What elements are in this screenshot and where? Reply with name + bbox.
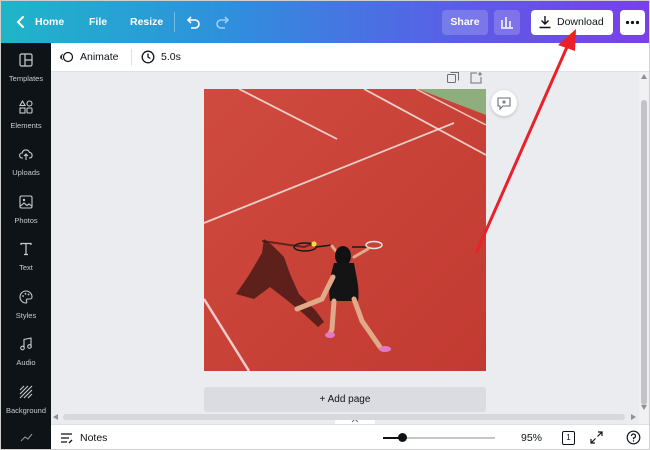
scroll-down-icon[interactable] <box>641 405 647 410</box>
add-page-icon[interactable] <box>469 71 483 85</box>
sidebar-item-uploads[interactable]: Uploads <box>1 141 51 187</box>
image-icon <box>19 195 33 209</box>
sidebar-item-label: Photos <box>14 216 38 225</box>
bottom-bar: Notes 95% 1 <box>51 424 649 449</box>
download-icon <box>539 16 551 29</box>
help-icon[interactable] <box>626 430 641 445</box>
comment-plus-icon <box>497 97 511 111</box>
duplicate-page-icon[interactable] <box>446 71 460 85</box>
redo-icon[interactable] <box>213 12 233 32</box>
background-hatch-icon <box>19 385 33 399</box>
bar-chart-icon <box>501 17 513 29</box>
resize-button[interactable]: Resize <box>130 1 163 43</box>
templates-icon <box>19 53 33 67</box>
text-icon <box>20 242 32 256</box>
sidebar-item-elements[interactable]: Elements <box>1 94 51 140</box>
divider <box>131 49 132 66</box>
sidebar: Templates Elements Uploads Photos Text S… <box>1 43 51 449</box>
sidebar-item-label: Templates <box>8 74 44 83</box>
zoom-level[interactable]: 95% <box>521 425 542 449</box>
sidebar-item-audio[interactable]: Audio <box>1 331 51 377</box>
music-note-icon <box>20 337 32 351</box>
undo-icon[interactable] <box>183 12 203 32</box>
trend-line-icon[interactable] <box>20 432 33 442</box>
tennis-player-image <box>204 89 486 371</box>
scroll-right-icon[interactable] <box>631 414 636 420</box>
design-page-photo[interactable] <box>204 89 486 371</box>
horizontal-scrollbar[interactable] <box>51 411 639 423</box>
notes-icon <box>61 433 73 444</box>
home-button[interactable]: Home <box>35 1 64 43</box>
page-count-button[interactable]: 1 <box>562 431 575 445</box>
sidebar-item-label: Elements <box>10 121 42 130</box>
sidebar-item-text[interactable]: Text <box>1 236 51 282</box>
insights-button[interactable] <box>494 10 520 35</box>
sidebar-item-label: Background <box>5 406 47 415</box>
ellipsis-icon <box>625 20 640 25</box>
notes-button[interactable]: Notes <box>80 425 107 449</box>
file-menu[interactable]: File <box>89 1 107 43</box>
sidebar-item-label: Uploads <box>12 168 40 177</box>
chevron-left-icon[interactable] <box>11 12 31 32</box>
more-options-button[interactable] <box>620 10 645 35</box>
download-button[interactable]: Download <box>531 10 613 35</box>
add-comment-button[interactable] <box>491 90 517 116</box>
animate-icon <box>60 51 74 63</box>
zoom-slider[interactable] <box>383 433 495 442</box>
scrollbar-thumb[interactable] <box>63 414 625 420</box>
scrollbar-thumb[interactable] <box>641 100 647 405</box>
clock-icon <box>141 50 155 64</box>
vertical-scrollbar[interactable] <box>639 72 649 424</box>
divider <box>174 12 175 32</box>
duration-button[interactable]: 5.0s <box>161 43 181 72</box>
app-window: Home File Resize Share Download Template… <box>0 0 650 450</box>
palette-icon <box>19 290 33 304</box>
sidebar-item-photos[interactable]: Photos <box>1 189 51 235</box>
add-page-button[interactable]: + Add page <box>204 387 486 412</box>
scroll-left-icon[interactable] <box>53 414 58 420</box>
fullscreen-icon[interactable] <box>590 431 603 444</box>
sidebar-item-templates[interactable]: Templates <box>1 47 51 93</box>
top-bar: Home File Resize Share Download <box>1 1 649 43</box>
page-count: 1 <box>566 433 571 442</box>
sidebar-item-label: Audio <box>16 358 36 367</box>
elements-icon <box>19 100 33 114</box>
sidebar-item-background[interactable]: Background <box>1 379 51 425</box>
animate-button[interactable]: Animate <box>80 43 119 72</box>
sidebar-item-label: Styles <box>15 311 37 320</box>
zoom-slider-handle[interactable] <box>398 433 408 442</box>
download-label: Download <box>557 16 604 28</box>
sidebar-item-styles[interactable]: Styles <box>1 284 51 330</box>
sidebar-item-label: Text <box>19 263 33 272</box>
scroll-up-icon[interactable] <box>641 74 647 79</box>
upload-cloud-icon <box>19 149 33 160</box>
editor-toolbar: Animate 5.0s <box>51 43 649 72</box>
share-button[interactable]: Share <box>442 10 488 35</box>
